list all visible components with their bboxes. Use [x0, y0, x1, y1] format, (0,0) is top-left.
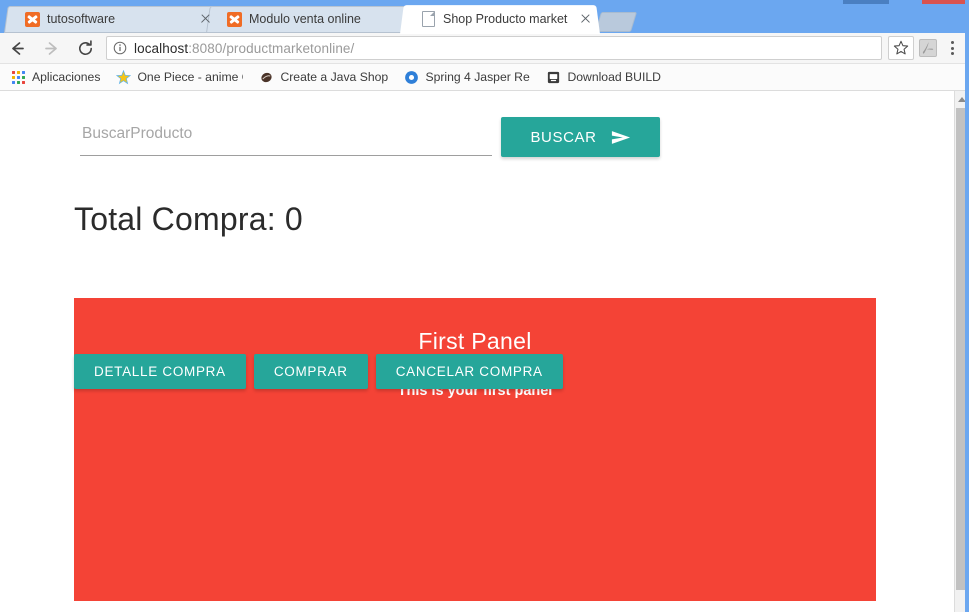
first-panel: First Panel This is your first panel [74, 298, 876, 601]
bookmark-download-build[interactable]: Download BUILD AN [545, 69, 663, 85]
back-arrow-icon [11, 41, 24, 55]
window-right-edge [965, 0, 969, 612]
browser-toolbar: localhost:8080/productmarketonline/ [0, 33, 969, 64]
tab-shop-producto-market[interactable]: Shop Producto market [400, 4, 600, 35]
url-path: :8080/productmarketonline/ [188, 40, 355, 56]
info-circle-icon[interactable] [113, 41, 127, 55]
document-icon [420, 11, 436, 27]
close-icon[interactable] [196, 10, 214, 28]
tab-modulo-venta-online[interactable]: Modulo venta online [206, 5, 422, 34]
buscar-button-label: BUSCAR [530, 128, 597, 146]
forward-arrow-icon [44, 41, 57, 55]
cancelar-compra-label: CANCELAR COMPRA [395, 364, 543, 379]
bookmark-label: Create a Java Shoppin [280, 70, 389, 84]
address-bar[interactable]: localhost:8080/productmarketonline/ [106, 36, 882, 60]
star-yellow-icon [115, 69, 131, 85]
bookmark-label: Aplicaciones [32, 70, 101, 84]
chrome-menu-button[interactable] [941, 41, 963, 55]
cancelar-compra-button[interactable]: CANCELAR COMPRA [375, 354, 563, 389]
forward-button[interactable] [34, 33, 68, 64]
bookmark-label: One Piece - anime On [137, 70, 243, 84]
tab-strip: tutosoftware Modulo venta online Shop Pr… [0, 2, 969, 35]
pdf-extension-icon[interactable] [914, 35, 941, 62]
comprar-button[interactable]: COMPRAR [253, 354, 368, 389]
detalle-compra-label: DETALLE COMPRA [94, 364, 226, 379]
buscar-button[interactable]: BUSCAR [501, 117, 660, 157]
search-input[interactable] [80, 118, 492, 156]
bookmark-aplicaciones[interactable]: Aplicaciones [10, 69, 100, 85]
tutosoftware-orange-icon [226, 11, 242, 27]
coffee-bean-icon [258, 69, 274, 85]
tab-title: Modulo venta online [249, 12, 361, 26]
tab-title: tutosoftware [47, 12, 116, 26]
action-button-row: DETALLE COMPRA COMPRAR CANCELAR COMPRA [74, 354, 563, 389]
close-icon[interactable] [576, 10, 594, 28]
search-row: BUSCAR [80, 117, 870, 166]
reload-button[interactable] [68, 33, 102, 64]
page-viewport: BUSCAR Total Compra: 0 First Panel This … [0, 91, 969, 612]
tab-tutosoftware[interactable]: tutosoftware [4, 5, 220, 34]
bookmark-one-piece[interactable]: One Piece - anime On [115, 69, 243, 85]
comprar-label: COMPRAR [273, 364, 348, 379]
blue-circle-icon [403, 69, 419, 85]
send-icon [611, 130, 630, 144]
browser-window: tutosoftware Modulo venta online Shop Pr… [0, 0, 969, 612]
detalle-compra-button[interactable]: DETALLE COMPRA [74, 354, 246, 389]
bookmark-spring-4-jasper[interactable]: Spring 4 Jasper Repo [403, 69, 530, 85]
url-host: localhost [134, 40, 189, 56]
new-tab-button[interactable] [594, 12, 638, 32]
search-input-wrapper [80, 118, 492, 156]
monitor-icon [545, 69, 561, 85]
bookmark-label: Download BUILD AN [567, 70, 663, 84]
bookmark-star-icon[interactable] [888, 36, 914, 60]
apps-grid-icon [10, 69, 26, 85]
address-bar-url: localhost:8080/productmarketonline/ [134, 41, 354, 56]
bookmarks-bar: Aplicaciones One Piece - anime On Create… [0, 64, 969, 91]
page-content: BUSCAR Total Compra: 0 First Panel This … [0, 91, 955, 612]
back-button[interactable] [0, 33, 34, 64]
bookmark-label: Spring 4 Jasper Repo [425, 70, 530, 84]
panel-title: First Panel [418, 328, 532, 354]
reload-icon [78, 39, 92, 55]
tab-title: Shop Producto market [443, 12, 568, 26]
tutosoftware-orange-icon [24, 11, 40, 27]
page-title: Total Compra: 0 [74, 201, 303, 237]
bookmark-create-java-shopping[interactable]: Create a Java Shoppin [258, 69, 388, 85]
